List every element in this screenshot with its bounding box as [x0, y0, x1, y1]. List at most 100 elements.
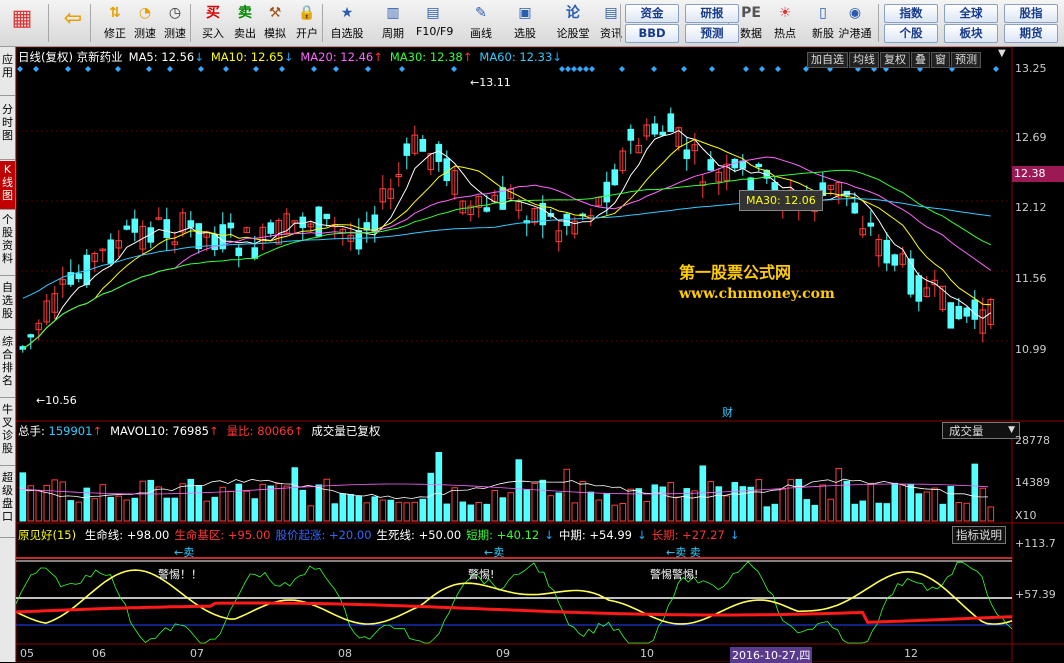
indicator-axis-tick: +113.7	[1015, 537, 1056, 550]
left-tab-label: 超级盘口	[2, 471, 13, 523]
toolbar-pill-button[interactable]: 全球	[944, 4, 998, 23]
volume-bar	[339, 493, 347, 522]
left-tab-3[interactable]: 个股资料	[0, 211, 15, 276]
toolbar-button-label: F10/F9	[416, 25, 454, 38]
toolbar-button-up-down-arrows[interactable]: ⇅ 修正	[98, 2, 132, 44]
toolbar-pill-button[interactable]: 预测	[685, 24, 739, 43]
toolbar-button-news[interactable]: ▤ 资讯	[594, 2, 628, 44]
volume-header-item: ↑	[92, 424, 103, 438]
volume-header-item: 80066	[257, 424, 294, 438]
candle-body	[651, 123, 659, 135]
toolbar-button-sse-hke[interactable]: ◉ 沪港通	[838, 2, 872, 44]
f10-icon: ▤	[426, 5, 440, 21]
toolbar-button-cycle[interactable]: ▥ 周期	[376, 2, 410, 44]
candle-body	[443, 158, 451, 182]
date-axis-label: 07	[190, 647, 204, 660]
toolbar-button-hot[interactable]: ☀ 热点	[768, 2, 802, 44]
volume-bar	[875, 502, 883, 522]
clock-icon: ◷	[168, 5, 182, 21]
chart-header-button-1[interactable]: 均线	[849, 52, 879, 68]
toolbar-button-pencil[interactable]: ✎ 画线	[464, 2, 498, 44]
left-tab-2[interactable]: K线图	[0, 161, 15, 210]
ma-arrow-icon: ↓	[552, 50, 562, 64]
date-axis-label: 09	[496, 647, 510, 660]
volume-bar	[163, 497, 171, 522]
toolbar-button-pe[interactable]: PE 数据	[734, 2, 768, 44]
candle-body	[403, 143, 411, 156]
date-axis-label: 10	[640, 647, 654, 660]
indicator-help-label: 指标说明	[956, 528, 1002, 542]
left-tab-6[interactable]: 牛叉诊股	[0, 401, 15, 466]
toolbar-button-back-arrow[interactable]: ⇦	[56, 2, 90, 44]
chart-header-button-2[interactable]: 复权	[880, 52, 910, 68]
volume-bar	[475, 501, 483, 522]
pe-icon: PE	[741, 5, 761, 21]
left-tab-7[interactable]: 超级盘口	[0, 469, 15, 538]
toolbar-pill-button[interactable]: 资金	[625, 4, 679, 23]
volume-bar	[419, 498, 427, 522]
candle-body	[755, 163, 763, 168]
volume-selector[interactable]: 成交量 ▼	[942, 422, 1020, 439]
up-down-arrows-icon: ⇅	[109, 5, 121, 21]
toolbar-pill-button[interactable]: 期货	[1004, 24, 1058, 43]
sell-signal: ←卖	[484, 546, 505, 559]
candle-body	[627, 128, 635, 141]
ma-label-2: MA20: 12.46	[300, 50, 374, 64]
toolbar-pill-button[interactable]: 股指	[1004, 4, 1058, 23]
chart-header-button-3[interactable]: 叠	[911, 52, 930, 68]
toolbar-button-windows[interactable]: ▦	[5, 2, 39, 44]
volume-bar	[123, 499, 131, 522]
toolbar-pill-button[interactable]: 个股	[884, 24, 938, 43]
volume-bar	[803, 499, 811, 522]
volume-bar	[907, 484, 915, 522]
chart-header-button-5[interactable]: 预测	[951, 52, 981, 68]
toolbar-pill-button[interactable]: 研报	[685, 4, 739, 23]
toolbar-button-timer[interactable]: ◔ 测速	[128, 2, 162, 44]
toolbar-button-f10[interactable]: ▤ F10/F9	[416, 2, 454, 44]
windows-icon: ▦	[11, 6, 33, 31]
left-tab-1[interactable]: 分时图	[0, 101, 15, 160]
volume-bar	[387, 499, 395, 522]
toolbar-button-clock[interactable]: ◷ 测速	[158, 2, 192, 44]
toolbar-pill-button[interactable]: 指数	[884, 4, 938, 23]
left-tab-4[interactable]: 自选股	[0, 279, 15, 330]
chart-header-button-0[interactable]: 加自选	[807, 52, 848, 68]
volume-bar	[739, 486, 747, 522]
date-axis-label: 2016-10-27,四	[730, 647, 813, 663]
toolbar-button-lock[interactable]: 🔒 开户	[290, 2, 324, 44]
volume-bar	[403, 502, 411, 522]
volume-bar	[603, 492, 611, 522]
volume-bar	[139, 480, 147, 522]
toolbar-button-forum[interactable]: 论论股堂	[556, 2, 590, 44]
volume-bar	[691, 490, 699, 522]
volume-bar	[883, 503, 891, 522]
volume-bar	[131, 497, 139, 522]
finance-marker[interactable]: 财	[722, 404, 733, 420]
volume-bar	[315, 484, 323, 522]
toolbar-pill-button[interactable]: 板块	[944, 24, 998, 43]
toolbar-button-buy[interactable]: 买买入	[196, 2, 230, 44]
signal-diamond	[253, 66, 259, 72]
timer-icon: ◔	[138, 5, 152, 21]
toolbar-button-ipo[interactable]: ▯ 新股	[806, 2, 840, 44]
left-tab-5[interactable]: 综合排名	[0, 333, 15, 398]
signal-diamond	[115, 66, 121, 72]
chart-header-button-4[interactable]: 窗	[931, 52, 950, 68]
volume-bar	[819, 484, 827, 522]
volume-bar	[395, 501, 403, 522]
left-tab-0[interactable]: 应用	[0, 51, 15, 96]
volume-bar	[459, 501, 467, 522]
volume-bar	[147, 479, 155, 522]
volume-bar	[507, 492, 515, 522]
toolbar-button-star-folder[interactable]: ★ 自选股	[330, 2, 364, 44]
toolbar-button-sell[interactable]: 卖卖出	[228, 2, 262, 44]
toolbar-pill-button[interactable]: BBD	[625, 24, 679, 43]
toolbar-button-filter[interactable]: ▣ 选股	[508, 2, 542, 44]
ma-label-3: MA30: 12.38	[389, 50, 463, 64]
warning-signal: 警惕！！	[158, 568, 202, 581]
chart-menu-icon[interactable]: ▼	[998, 48, 1006, 59]
candles	[19, 107, 995, 353]
indicator-help-button[interactable]: 指标说明	[952, 526, 1006, 544]
volume-selector-label: 成交量	[949, 424, 984, 438]
toolbar-button-gavel[interactable]: ⚒ 模拟	[258, 2, 292, 44]
